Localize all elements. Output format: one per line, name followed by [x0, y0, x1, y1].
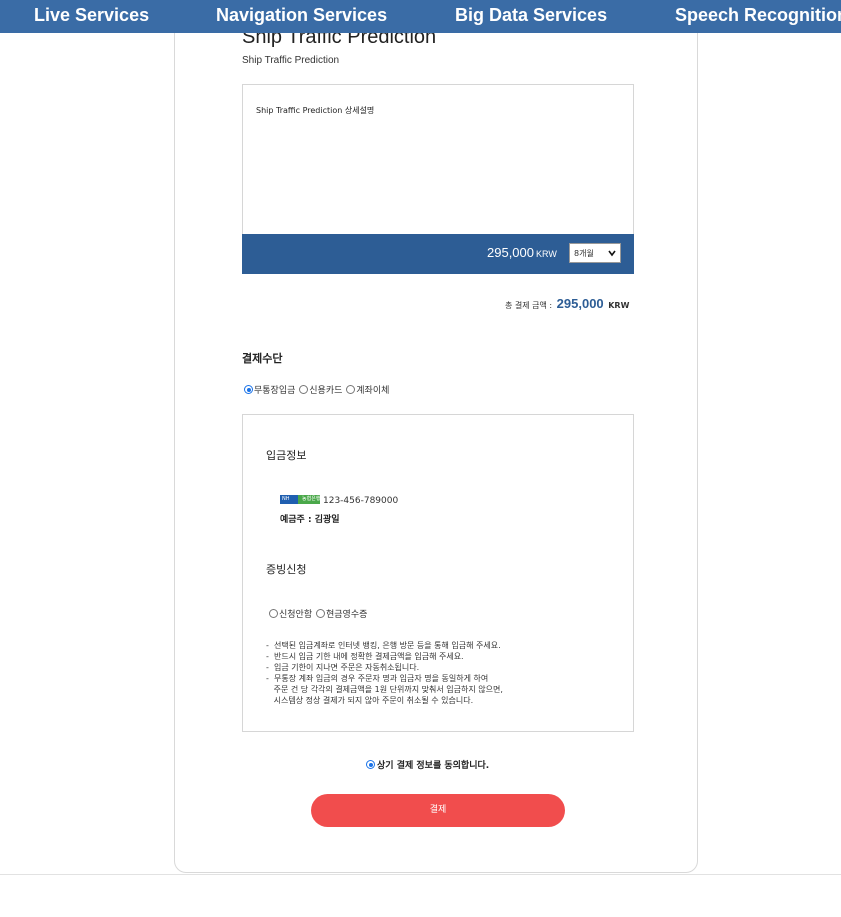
- radio-label: 신용카드: [309, 386, 343, 396]
- radio-label: 계좌이체: [356, 386, 390, 396]
- proof-none-radio[interactable]: 신청안함: [269, 607, 312, 620]
- account-holder: 예금주 : 김광일: [280, 515, 340, 525]
- price-currency: KRW: [536, 249, 557, 259]
- radio-label: 무통장입금: [254, 386, 296, 396]
- agree-radio[interactable]: [366, 760, 376, 771]
- product-subtitle: Ship Traffic Prediction: [242, 55, 340, 66]
- total-amount: 295,000: [556, 296, 604, 311]
- radio-label: 현금영수증: [326, 610, 368, 620]
- note-line: - 무통장 계좌 입금의 경우 주문자 명과 입금자 명을 동일하게 하여: [266, 674, 489, 683]
- nav-live-services[interactable]: Live Services: [34, 5, 149, 26]
- nav-big-data-services[interactable]: Big Data Services: [455, 5, 607, 26]
- total-currency: KRW: [608, 301, 630, 310]
- payment-method-account-transfer-radio[interactable]: 계좌이체: [346, 383, 389, 396]
- price-bar: 295,000 KRW 8개월: [242, 234, 634, 274]
- note-line: - 입금 기한이 지나면 주문은 자동취소됩니다.: [266, 663, 420, 672]
- footer-divider: [0, 874, 841, 875]
- radio-unselected-icon: [316, 609, 325, 618]
- nav-speech-recognition[interactable]: Speech Recognition: [675, 5, 841, 26]
- product-description-box: Ship Traffic Prediction 상세설명 295,000 KRW …: [242, 84, 634, 274]
- proof-request-heading: 증빙신청: [266, 563, 307, 576]
- price-amount: 295,000: [487, 245, 534, 260]
- top-navigation: Live Services Navigation Services Big Da…: [0, 0, 841, 33]
- note-line: - 반드시 입금 기한 내에 정확한 결제금액을 입금해 주세요.: [266, 652, 464, 661]
- payment-method-title: 결제수단: [242, 352, 283, 365]
- total-label: 총 결제 금액 :: [505, 301, 553, 310]
- price-display: 295,000 KRW: [487, 245, 557, 260]
- bank-logo-text: 농협은행: [302, 496, 321, 502]
- note-line: - 선택된 입금계좌로 인터넷 뱅킹, 은행 방문 등을 통해 입금해 주세요.: [266, 641, 501, 650]
- radio-label: 신청안함: [279, 610, 313, 620]
- total-amount-row: 총 결제 금액 : 295,000 KRW: [505, 296, 629, 311]
- bank-logo-icon: NH 농협은행: [280, 495, 320, 504]
- deposit-info-box: 입금정보 NH 농협은행 123-456-789000 예금주 : 김광일 증빙신청…: [242, 414, 634, 732]
- payment-method-options: 무통장입금 신용카드 계좌이체: [244, 383, 390, 396]
- period-select-value: 8개월: [574, 249, 594, 258]
- note-line: 주문 건 당 각각의 결제금액을 1원 단위까지 맞춰서 입금하지 않으면,: [266, 685, 503, 694]
- radio-selected-icon: [244, 385, 253, 394]
- pay-button[interactable]: 결제: [311, 794, 565, 827]
- bank-account-row: NH 농협은행 123-456-789000: [280, 495, 398, 506]
- payment-method-credit-card-radio[interactable]: 신용카드: [299, 383, 342, 396]
- nav-navigation-services[interactable]: Navigation Services: [216, 5, 387, 26]
- deposit-notes: - 선택된 입금계좌로 인터넷 뱅킹, 은행 방문 등을 통해 입금해 주세요.…: [266, 640, 503, 706]
- radio-unselected-icon: [346, 385, 356, 394]
- payment-method-bank-transfer-radio[interactable]: 무통장입금: [244, 383, 295, 396]
- period-select[interactable]: 8개월: [569, 243, 621, 263]
- chevron-down-icon: [608, 250, 616, 257]
- account-number: 123-456-789000: [323, 496, 399, 506]
- radio-unselected-icon: [299, 385, 309, 394]
- proof-cash-receipt-radio[interactable]: 현금영수증: [316, 607, 367, 620]
- radio-unselected-icon: [269, 609, 278, 618]
- agree-label: 상기 결제 정보를 동의합니다.: [377, 761, 490, 771]
- agree-row: 상기 결제 정보를 동의합니다.: [366, 758, 489, 771]
- deposit-info-heading: 입금정보: [266, 449, 307, 462]
- product-description: Ship Traffic Prediction 상세설명: [256, 106, 375, 115]
- note-line: 시스템상 정상 결제가 되지 않아 주문이 취소될 수 있습니다.: [266, 696, 474, 705]
- proof-options: 신청안함 현금영수증: [269, 607, 368, 620]
- radio-selected-icon: [366, 760, 375, 769]
- bank-logo-text: NH: [282, 496, 290, 502]
